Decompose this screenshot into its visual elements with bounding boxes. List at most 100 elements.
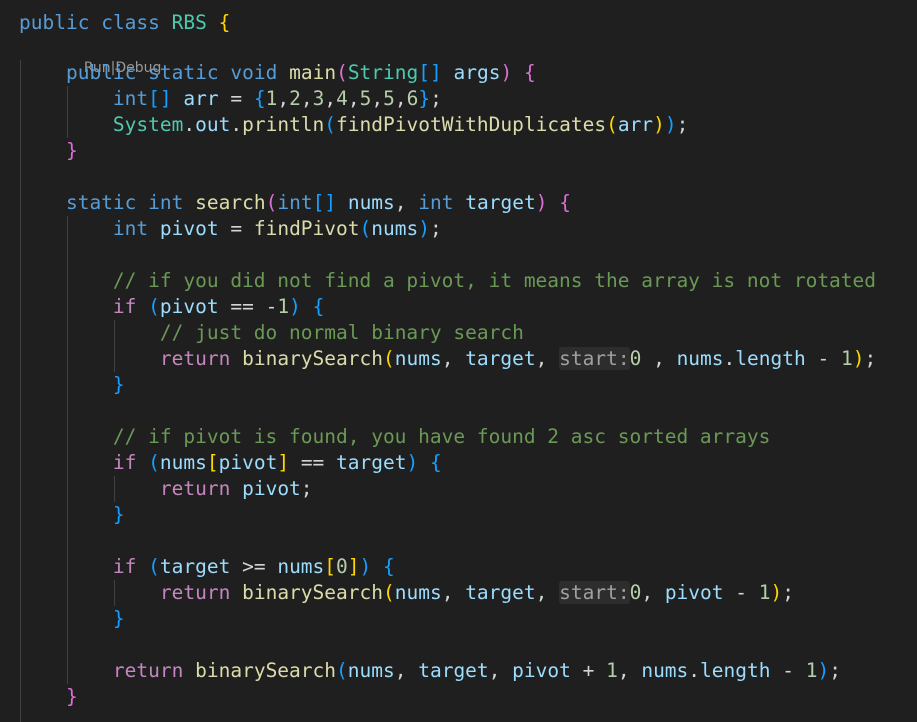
code-line[interactable]: if (pivot == -1) { <box>19 294 324 320</box>
code-line[interactable]: int[] arr = {1,2,3,4,5,5,6}; <box>19 86 442 112</box>
code-token: ] <box>277 451 290 474</box>
code-token: ( <box>382 581 395 604</box>
code-token: println <box>242 113 325 136</box>
code-token: . <box>183 113 196 136</box>
code-token: 0 <box>336 555 348 578</box>
code-token: [] <box>418 61 442 84</box>
code-token: 0 <box>629 581 642 604</box>
code-token: ) <box>664 113 677 136</box>
code-token: pivot <box>512 659 571 682</box>
code-token: == <box>289 451 337 474</box>
code-token: if <box>112 555 137 578</box>
code-token: return <box>159 581 231 604</box>
code-token: 1 <box>840 347 853 370</box>
code-token: target <box>465 581 536 604</box>
code-line[interactable]: } <box>19 372 125 398</box>
code-token: target <box>465 191 536 214</box>
code-token: ; <box>300 477 313 500</box>
code-token: int <box>418 191 454 214</box>
code-line[interactable]: return binarySearch(nums, target, pivot … <box>19 658 841 684</box>
code-token: if <box>112 295 137 318</box>
code-line[interactable]: // if you did not find a pivot, it means… <box>19 268 876 294</box>
code-token: [ <box>324 555 337 578</box>
code-line[interactable]: } <box>19 606 125 632</box>
code-token: // if you did not find a pivot, it means… <box>112 269 877 292</box>
code-line[interactable]: if (nums[pivot] == target) { <box>19 450 442 476</box>
code-token: , <box>371 87 384 110</box>
code-line[interactable]: static int search(int[] nums, int target… <box>19 190 571 216</box>
inlay-hint: start: <box>559 347 630 370</box>
code-line[interactable]: } <box>19 684 78 710</box>
code-token: target <box>336 451 407 474</box>
code-token: >= <box>230 555 278 578</box>
code-token: if <box>112 451 137 474</box>
code-token: static <box>148 61 219 84</box>
code-token: public <box>19 11 90 34</box>
code-line[interactable]: public class RBS { <box>19 10 230 36</box>
code-token: , <box>441 581 466 604</box>
code-token: ; <box>782 581 794 604</box>
code-token: return <box>112 659 184 682</box>
code-line[interactable]: int pivot = findPivot(nums); <box>19 216 442 242</box>
code-token: , <box>347 87 360 110</box>
code-line[interactable]: return pivot; <box>19 476 313 502</box>
code-token: main <box>289 61 337 84</box>
code-token: binarySearch <box>242 347 383 370</box>
code-token: args <box>453 61 501 84</box>
code-token: ; <box>430 87 442 110</box>
code-token: = <box>218 87 254 110</box>
code-token: arr <box>183 87 219 110</box>
code-token: } <box>112 373 125 396</box>
code-line[interactable]: return binarySearch(nums, target, start:… <box>19 580 794 606</box>
code-token: ) <box>406 451 419 474</box>
code-line[interactable]: return binarySearch(nums, target, start:… <box>19 346 876 372</box>
code-token: ) <box>535 191 548 214</box>
code-token: nums <box>394 347 442 370</box>
code-token: ( <box>336 61 348 84</box>
code-line[interactable]: // if pivot is found, you have found 2 a… <box>19 424 770 450</box>
code-token: int <box>148 191 184 214</box>
code-token: nums <box>347 191 395 214</box>
code-token: { <box>383 555 395 578</box>
code-token: class <box>101 11 160 34</box>
code-token: pivot <box>159 295 219 318</box>
code-token: ) <box>418 217 430 240</box>
code-token: findPivot <box>253 217 360 240</box>
code-token: , <box>394 87 407 110</box>
code-token: RBS <box>171 11 207 34</box>
code-token: , <box>394 191 419 214</box>
code-editor[interactable]: Run|Debug public class RBS { public stat… <box>0 0 917 722</box>
code-token: out <box>195 113 231 136</box>
code-token: nums <box>371 217 419 240</box>
code-line[interactable]: // just do normal binary search <box>19 320 524 346</box>
code-line[interactable]: } <box>19 502 125 528</box>
code-line[interactable]: System.out.println(findPivotWithDuplicat… <box>19 112 688 138</box>
code-line[interactable]: } <box>19 138 78 164</box>
code-token: . <box>723 347 736 370</box>
code-token: arr <box>617 113 654 136</box>
code-line[interactable]: if (target >= nums[0]) { <box>19 554 395 580</box>
code-line[interactable]: public static void main(String[] args) { <box>19 60 536 86</box>
code-token: 5 <box>383 87 395 110</box>
code-token: nums <box>347 659 395 682</box>
